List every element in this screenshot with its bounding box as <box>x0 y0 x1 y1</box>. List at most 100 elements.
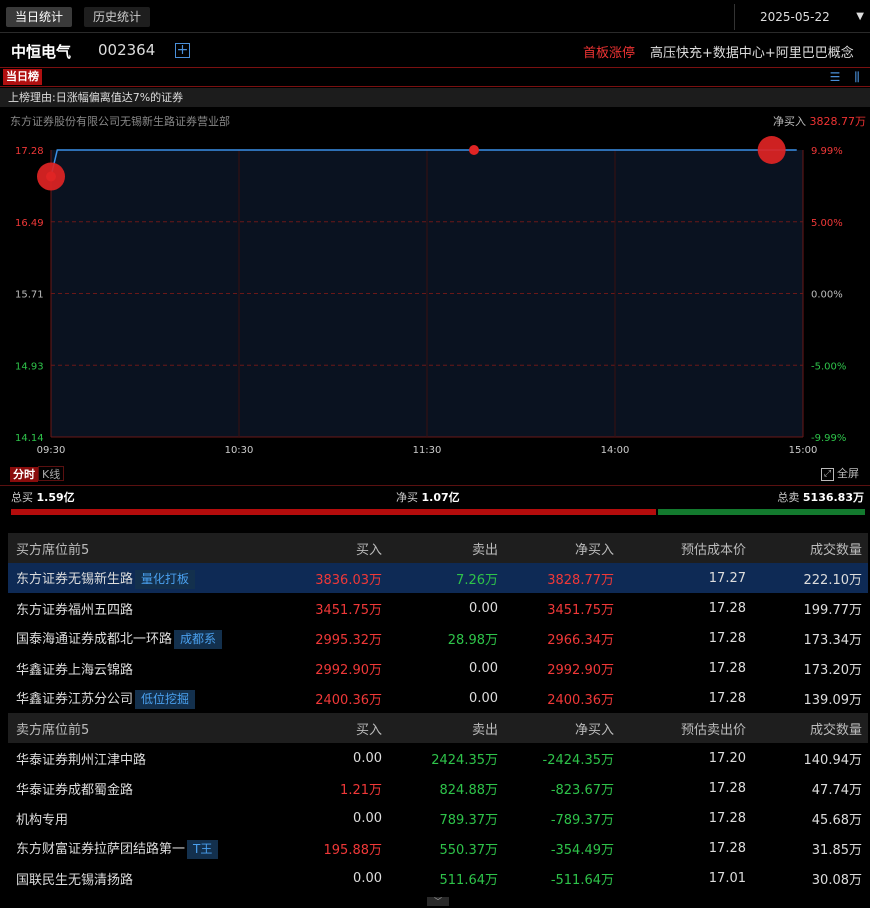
volume: 173.34万 <box>803 632 863 648</box>
sell-amount: 0.00 <box>469 600 498 616</box>
seat-name-cell: 华鑫证券江苏分公司 低位挖掘 <box>8 683 298 713</box>
column-header: 成交数量 <box>746 713 868 743</box>
tab-intraday[interactable]: 分时 <box>10 467 38 482</box>
trade-marker[interactable] <box>757 136 786 164</box>
stock-code: 002364 <box>98 41 156 59</box>
price: 17.27 <box>614 563 746 593</box>
y-left-tick-label: 16.49 <box>15 218 44 229</box>
tab-history-stats[interactable]: 历史统计 <box>84 7 151 27</box>
total-net-label: 净买 <box>396 491 418 504</box>
sell-table-header-row: 卖方席位前5 买入 卖出 净买入 预估卖出价 成交数量 <box>8 713 868 743</box>
seats-table: 买方席位前5 买入 卖出 净买入 预估成本价 成交数量 东方证券无锡新生路 量化打板 3836.… <box>8 533 868 893</box>
table-row[interactable]: 东方证券福州五四路 3451.75万 0.00 3451.75万 17.28 199.77… <box>8 593 868 623</box>
seat-tag[interactable]: T王 <box>187 839 219 859</box>
seat-name: 机构专用 <box>16 812 69 828</box>
seat-name-cell: 华泰证券成都蜀金路 <box>8 773 298 803</box>
seat-name-cell: 东方证券福州五四路 <box>8 593 298 623</box>
column-header: 买入 <box>298 533 382 563</box>
intraday-chart[interactable]: 17.28 9.99% 16.49 5.00% 15.71 0.00% 14.93 -5.00… <box>0 130 870 460</box>
net-amount: 3451.75万 <box>547 602 614 618</box>
column-header: 卖出 <box>382 533 498 563</box>
column-header: 卖方席位前5 <box>8 713 298 743</box>
bar-chart-icon[interactable]: ⫼ <box>848 69 866 85</box>
price: 17.28 <box>708 810 746 826</box>
y-right-tick-label: -9.99% <box>811 433 846 444</box>
trade-marker[interactable] <box>46 171 56 182</box>
column-header: 预估卖出价 <box>614 713 746 743</box>
list-view-icon[interactable]: ☰ <box>826 69 844 85</box>
price: 17.28 <box>708 690 746 706</box>
buy-amount: 0.00 <box>353 750 382 766</box>
net-amount: 3828.77万 <box>498 563 614 593</box>
sell-amount: 7.26万 <box>382 563 498 593</box>
seat-name: 华泰证券成都蜀金路 <box>16 782 134 798</box>
price: 17.28 <box>708 840 746 856</box>
sell-amount: 28.98万 <box>447 632 498 648</box>
price: 17.28 <box>708 630 746 646</box>
date-selector[interactable]: 2025-05-22 ▼ <box>734 4 870 30</box>
seat-name: 东方财富证券拉萨团结路第一 <box>16 841 186 857</box>
y-left-tick-label: 14.93 <box>15 361 44 372</box>
price: 17.28 <box>708 600 746 616</box>
column-header: 买方席位前5 <box>8 533 298 563</box>
seat-name-cell: 东方财富证券拉萨团结路第一 T王 <box>8 833 298 863</box>
table-row[interactable]: 机构专用 0.00 789.37万 -789.37万 17.28 45.68万 <box>8 803 868 833</box>
seat-tag[interactable]: 低位挖掘 <box>135 689 196 709</box>
y-right-tick-label: 5.00% <box>811 218 843 229</box>
table-row[interactable]: 国联民生无锡清扬路 0.00 511.64万 -511.64万 17.01 30.08万 <box>8 863 868 893</box>
buy-amount: 0.00 <box>353 870 382 886</box>
caret-down-icon: ▼ <box>856 11 864 22</box>
y-left-tick-label: 15.71 <box>15 290 44 301</box>
table-row[interactable]: 东方财富证券拉萨团结路第一 T王 195.88万 550.37万 -354.49万 17.… <box>8 833 868 863</box>
volume: 47.74万 <box>811 782 862 798</box>
seat-name: 东方证券福州五四路 <box>16 602 134 618</box>
net-amount: -511.64万 <box>550 872 614 888</box>
sell-ratio-bar <box>658 509 865 515</box>
seat-name: 华鑫证券江苏分公司 <box>16 691 134 707</box>
x-tick-label: 10:30 <box>225 445 254 456</box>
x-tick-label: 14:00 <box>601 445 630 456</box>
column-header: 成交数量 <box>746 533 868 563</box>
limit-up-tag: 首板涨停 <box>583 46 636 61</box>
seat-tag[interactable]: 成都系 <box>174 629 223 649</box>
seat-name-cell: 机构专用 <box>8 803 298 833</box>
volume: 222.10万 <box>746 563 868 593</box>
date-value: 2025-05-22 <box>760 10 830 24</box>
y-right-tick-label: -5.00% <box>811 361 846 372</box>
table-row[interactable]: 东方证券无锡新生路 量化打板 3836.03万 7.26万 3828.77万 17.27 2… <box>8 563 868 593</box>
board-tag: 当日榜 <box>3 69 42 85</box>
add-watchlist-icon[interactable]: + <box>175 43 190 58</box>
fullscreen-button[interactable]: ⤢ 全屏 <box>821 465 859 481</box>
chart-mode-tabs: 分时 K线 <box>10 466 65 482</box>
total-buy-label: 总买 <box>11 491 33 504</box>
buy-ratio-bar <box>11 509 656 515</box>
collapse-handle-icon[interactable]: ﹀ <box>427 897 449 906</box>
table-row[interactable]: 国泰海通证券成都北一环路 成都系 2995.32万 28.98万 2966.34万 17.… <box>8 623 868 653</box>
table-row[interactable]: 华鑫证券上海云锦路 2992.90万 0.00 2992.90万 17.28 173.20… <box>8 653 868 683</box>
buy-amount: 2992.90万 <box>315 662 382 678</box>
volume: 199.77万 <box>803 602 863 618</box>
buy-table-header-row: 买方席位前5 买入 卖出 净买入 预估成本价 成交数量 <box>8 533 868 563</box>
tab-today-stats[interactable]: 当日统计 <box>6 7 73 27</box>
board-row: 当日榜 ☰ ⫼ <box>0 67 870 87</box>
x-tick-label: 15:00 <box>789 445 818 456</box>
broker-name: 东方证券股份有限公司无锡新生路证券营业部 <box>10 115 230 128</box>
seat-name-cell: 华鑫证券上海云锦路 <box>8 653 298 683</box>
volume: 45.68万 <box>811 812 862 828</box>
tab-kline[interactable]: K线 <box>38 466 65 481</box>
volume: 140.94万 <box>803 752 863 768</box>
divider <box>0 485 870 486</box>
column-header: 买入 <box>298 713 382 743</box>
total-buy: 总买 1.59亿 <box>11 489 75 505</box>
volume: 30.08万 <box>811 872 862 888</box>
table-row[interactable]: 华鑫证券江苏分公司 低位挖掘 2400.36万 0.00 2400.36万 17.28 13… <box>8 683 868 713</box>
trade-marker[interactable] <box>469 145 479 155</box>
total-buy-value: 1.59亿 <box>36 491 75 504</box>
fullscreen-label: 全屏 <box>837 467 859 480</box>
table-row[interactable]: 华泰证券成都蜀金路 1.21万 824.88万 -823.67万 17.28 47.74万 <box>8 773 868 803</box>
stock-name: 中恒电气 <box>11 43 72 61</box>
table-row[interactable]: 华泰证券荆州江津中路 0.00 2424.35万 -2424.35万 17.20 140.… <box>8 743 868 773</box>
x-tick-label: 09:30 <box>37 445 66 456</box>
buy-amount: 3451.75万 <box>315 602 382 618</box>
seat-tag[interactable]: 量化打板 <box>135 569 196 589</box>
